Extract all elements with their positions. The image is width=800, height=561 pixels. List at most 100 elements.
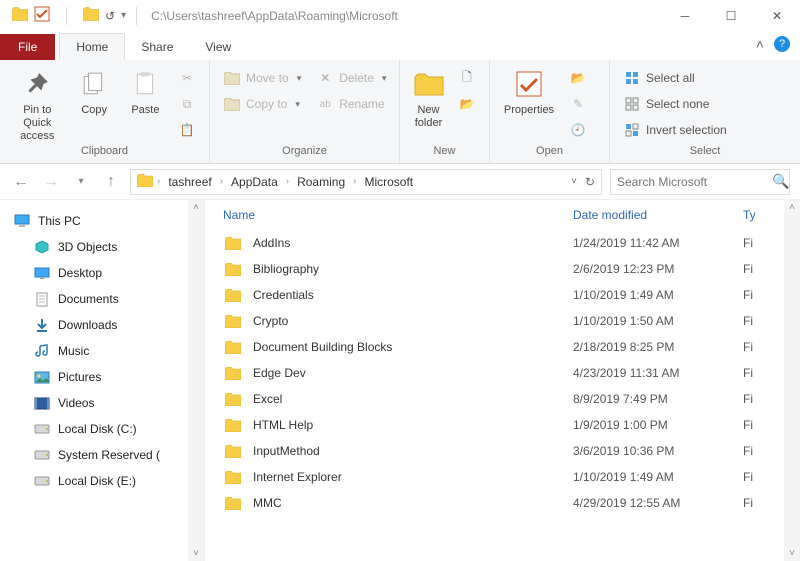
nav-item[interactable]: System Reserved (: [14, 442, 204, 468]
crumb-3[interactable]: Microsoft: [360, 175, 417, 189]
new-folder-button[interactable]: New folder: [408, 64, 449, 130]
paste-button[interactable]: Paste: [122, 64, 169, 117]
qat-dropdown-icon[interactable]: ▾: [121, 10, 126, 21]
search-input[interactable]: [617, 175, 772, 189]
file-type: Fi: [743, 288, 753, 302]
nav-item[interactable]: Local Disk (E:): [14, 468, 204, 494]
file-row[interactable]: Internet Explorer1/10/2019 1:49 AMFi: [223, 464, 800, 490]
cut-button[interactable]: ✂: [173, 66, 201, 90]
crumb-0[interactable]: tashreef: [164, 175, 215, 189]
window-title: C:\Users\tashreef\AppData\Roaming\Micros…: [147, 9, 662, 23]
file-type: Fi: [743, 470, 753, 484]
refresh-icon[interactable]: ↻: [585, 175, 595, 189]
scroll-down-icon[interactable]: ˅: [789, 546, 795, 561]
crumb-sep-icon[interactable]: ›: [286, 176, 289, 187]
file-type: Fi: [743, 366, 753, 380]
move-to-button[interactable]: Move to▾: [218, 66, 307, 90]
downloads-icon: [34, 317, 50, 333]
folder-icon: [223, 339, 243, 355]
copy-path-button[interactable]: ⧉: [173, 92, 201, 116]
crumb-sep-icon[interactable]: ›: [157, 176, 160, 187]
file-row[interactable]: Credentials1/10/2019 1:49 AMFi: [223, 282, 800, 308]
collapse-ribbon-icon[interactable]: ˄: [756, 36, 764, 52]
nav-item[interactable]: Documents: [14, 286, 204, 312]
docs-icon: [34, 291, 50, 307]
file-row[interactable]: Excel8/9/2019 7:49 PMFi: [223, 386, 800, 412]
tab-file[interactable]: File: [0, 34, 55, 60]
invert-selection-button[interactable]: Invert selection: [618, 118, 733, 142]
delete-button[interactable]: ✕ Delete▾: [311, 66, 392, 90]
rename-button[interactable]: ab Rename: [311, 92, 392, 116]
close-button[interactable]: ✕: [754, 0, 800, 32]
minimize-button[interactable]: ─: [662, 0, 708, 32]
file-row[interactable]: MMC4/29/2019 12:55 AMFi: [223, 490, 800, 516]
properties-quick-icon[interactable]: [34, 6, 50, 25]
maximize-button[interactable]: ☐: [708, 0, 754, 32]
edit-button[interactable]: ✎: [564, 92, 592, 116]
properties-button[interactable]: Properties: [498, 64, 560, 117]
scroll-up-icon[interactable]: ˄: [193, 200, 199, 215]
nav-item[interactable]: Desktop: [14, 260, 204, 286]
crumb-sep-icon[interactable]: ›: [353, 176, 356, 187]
paste-shortcut-button[interactable]: 📋: [173, 118, 201, 142]
up-button[interactable]: ↑: [100, 171, 122, 193]
help-icon[interactable]: ?: [774, 36, 790, 52]
nav-item[interactable]: This PC: [14, 208, 204, 234]
file-name: MMC: [253, 496, 573, 510]
folder-quick-icon[interactable]: [83, 6, 99, 25]
address-bar[interactable]: › tashreef › AppData › Roaming › Microso…: [130, 169, 602, 195]
history-dropdown[interactable]: ▾: [70, 171, 92, 193]
tab-home[interactable]: Home: [59, 33, 125, 60]
file-row[interactable]: HTML Help1/9/2019 1:00 PMFi: [223, 412, 800, 438]
folder-icon: [12, 6, 28, 25]
new-item-button[interactable]: 🗋: [453, 66, 481, 90]
file-row[interactable]: InputMethod3/6/2019 10:36 PMFi: [223, 438, 800, 464]
open-button[interactable]: 📂: [564, 66, 592, 90]
crumb-2[interactable]: Roaming: [293, 175, 349, 189]
nav-item[interactable]: Local Disk (C:): [14, 416, 204, 442]
search-box[interactable]: 🔍: [610, 169, 790, 195]
crumb-1[interactable]: AppData: [227, 175, 282, 189]
nav-item[interactable]: 3D Objects: [14, 234, 204, 260]
nav-item[interactable]: Music: [14, 338, 204, 364]
select-none-icon: [624, 96, 640, 112]
select-none-button[interactable]: Select none: [618, 92, 733, 116]
history-button[interactable]: 🕘: [564, 118, 592, 142]
file-type: Fi: [743, 262, 753, 276]
crumb-sep-icon[interactable]: ›: [220, 176, 223, 187]
file-row[interactable]: Crypto1/10/2019 1:50 AMFi: [223, 308, 800, 334]
nav-item[interactable]: Videos: [14, 390, 204, 416]
copy-to-button[interactable]: Copy to▾: [218, 92, 307, 116]
file-name: Document Building Blocks: [253, 340, 573, 354]
select-all-button[interactable]: Select all: [618, 66, 733, 90]
copy-button[interactable]: Copy: [71, 64, 118, 117]
pin-to-quick-access-button[interactable]: Pin to Quick access: [8, 64, 67, 144]
tab-view[interactable]: View: [189, 34, 247, 60]
file-row[interactable]: Edge Dev4/23/2019 11:31 AMFi: [223, 360, 800, 386]
forward-button[interactable]: →: [40, 171, 62, 193]
undo-icon[interactable]: ↺: [105, 9, 115, 23]
delete-icon: ✕: [317, 70, 333, 86]
file-row[interactable]: AddIns1/24/2019 11:42 AMFi: [223, 230, 800, 256]
tab-share[interactable]: Share: [125, 34, 189, 60]
easy-access-button[interactable]: 📂: [453, 92, 481, 116]
nav-item[interactable]: Downloads: [14, 312, 204, 338]
group-new-label: New: [400, 145, 489, 163]
file-row[interactable]: Document Building Blocks2/18/2019 8:25 P…: [223, 334, 800, 360]
file-row[interactable]: Bibliography2/6/2019 12:23 PMFi: [223, 256, 800, 282]
column-name[interactable]: Name: [223, 208, 573, 222]
address-bar-row: ← → ▾ ↑ › tashreef › AppData › Roaming ›…: [0, 164, 800, 200]
back-button[interactable]: ←: [10, 171, 32, 193]
address-dropdown-icon[interactable]: ˅: [571, 176, 577, 187]
file-name: Edge Dev: [253, 366, 573, 380]
nav-item[interactable]: Pictures: [14, 364, 204, 390]
navpane-scrollbar[interactable]: ˄ ˅: [188, 200, 204, 561]
filelist-scrollbar[interactable]: ˄ ˅: [784, 200, 800, 561]
search-icon[interactable]: 🔍: [772, 173, 789, 190]
group-clipboard-label: Clipboard: [0, 145, 209, 163]
new-folder-icon: [413, 68, 445, 100]
scroll-up-icon[interactable]: ˄: [789, 200, 795, 215]
scroll-down-icon[interactable]: ˅: [193, 546, 199, 561]
column-date[interactable]: Date modified: [573, 208, 743, 222]
file-type: Fi: [743, 418, 753, 432]
